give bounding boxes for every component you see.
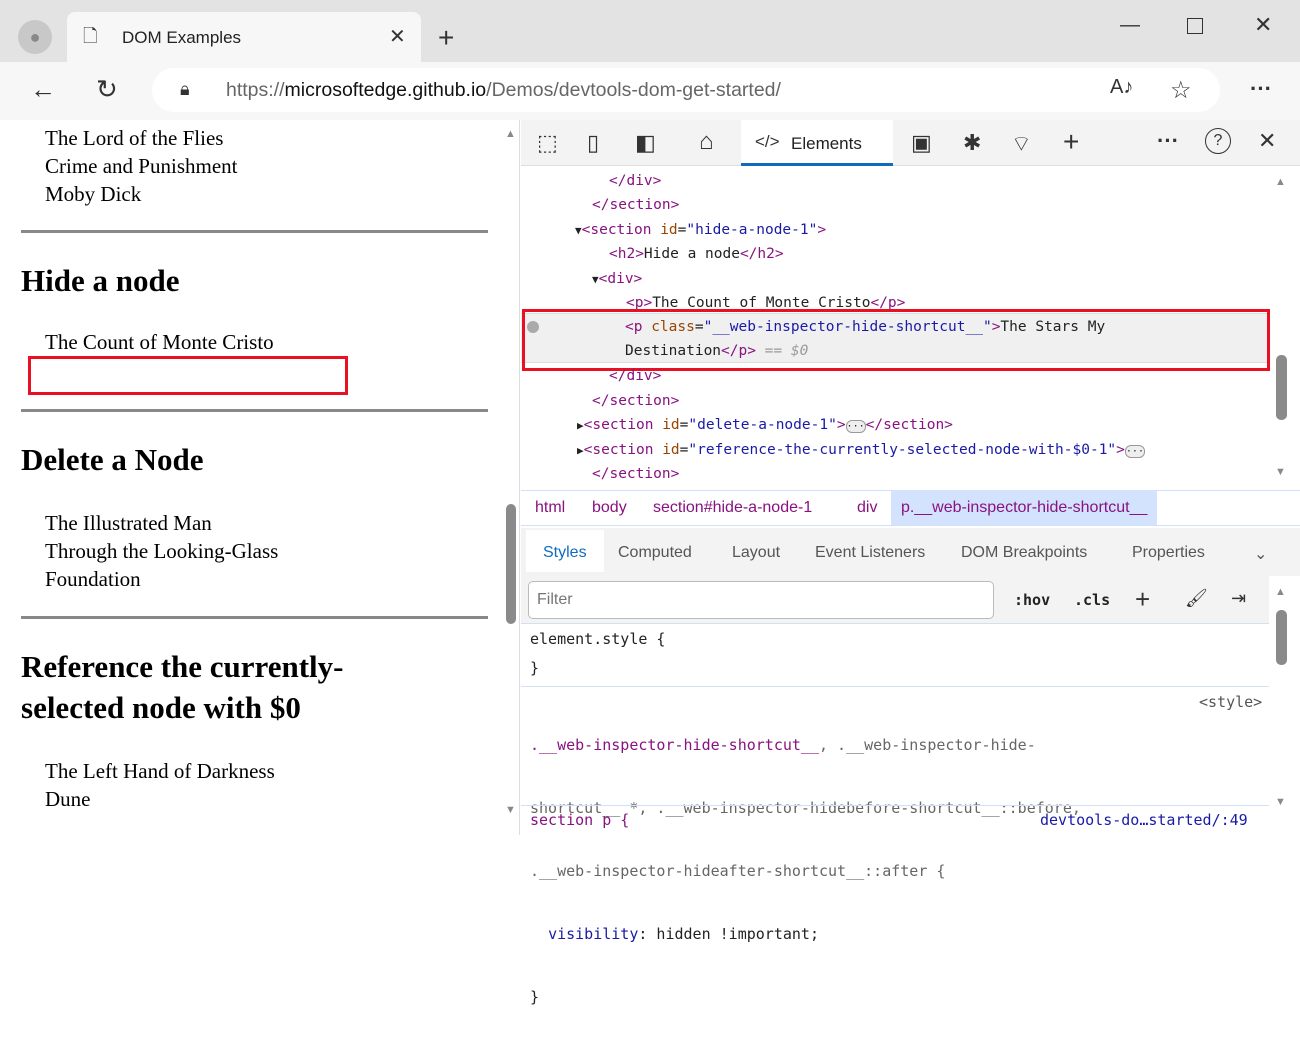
hidden-node-highlight: [28, 356, 348, 395]
book-item: Foundation: [45, 567, 141, 591]
book-item: Crime and Punishment: [45, 154, 238, 178]
tab-computed[interactable]: Computed: [618, 544, 692, 562]
book-list-reference: The Left Hand of Darkness Dune: [45, 757, 275, 813]
dom-line[interactable]: </div>: [609, 364, 661, 388]
tab-elements[interactable]: </> Elements: [741, 120, 893, 166]
browser-tab[interactable]: 🗋 DOM Examples ✕: [67, 12, 421, 64]
read-aloud-icon[interactable]: A♪: [1110, 76, 1133, 99]
dom-scroll-down-icon[interactable]: ▼: [1275, 466, 1286, 478]
book-item: Through the Looking-Glass: [45, 539, 279, 563]
styles-scrollbar[interactable]: [1276, 610, 1287, 665]
tab-properties[interactable]: Properties: [1132, 544, 1205, 562]
styles-filter-input[interactable]: [528, 581, 994, 619]
reference-heading: Reference the currently-selected node wi…: [21, 649, 344, 725]
scroll-up-icon[interactable]: ▲: [505, 128, 516, 140]
selected-node-highlight: [522, 309, 1270, 371]
book-item: Moby Dick: [45, 182, 142, 206]
network-wifi-icon[interactable]: ⌔: [1011, 130, 1032, 158]
toggle-sidebar-icon[interactable]: ⇥: [1231, 588, 1246, 609]
rule-source-link[interactable]: devtools-do…started/:49: [1040, 811, 1248, 829]
section-p-rule[interactable]: section p {: [530, 811, 629, 829]
inspect-icon[interactable]: ⬚: [537, 130, 558, 156]
styles-scroll-down-icon[interactable]: ▼: [1275, 796, 1286, 808]
book-item: The Left Hand of Darkness: [45, 759, 275, 783]
new-tab-icon[interactable]: +: [438, 22, 454, 54]
breadcrumb-html[interactable]: html: [535, 490, 565, 525]
dom-node-section-hide[interactable]: ▼<section id="hide-a-node-1">: [575, 218, 826, 243]
new-rule-plus-icon[interactable]: +: [1135, 584, 1150, 615]
minimize-icon[interactable]: —: [1120, 14, 1140, 37]
close-devtools-icon[interactable]: ✕: [1258, 128, 1276, 154]
breadcrumb-body[interactable]: body: [592, 490, 627, 525]
book-item: The Lord of the Flies: [45, 126, 224, 150]
breadcrumb-p[interactable]: p.__web-inspector-hide-shortcut__: [891, 490, 1158, 525]
page-icon: 🗋: [83, 26, 98, 46]
page-scrollbar[interactable]: [506, 504, 516, 624]
tab-title: DOM Examples: [122, 28, 242, 47]
breadcrumb-section[interactable]: section#hide-a-node-1: [653, 490, 812, 525]
hide-node-heading: Hide a node: [21, 263, 180, 298]
tab-styles[interactable]: Styles: [543, 544, 587, 562]
lock-icon[interactable]: 🔒︎: [180, 79, 190, 100]
book-list-top: The Lord of the Flies Crime and Punishme…: [45, 124, 238, 208]
book-item: Dune: [45, 787, 91, 811]
more-tabs-chevron-icon[interactable]: ⌄: [1254, 544, 1267, 564]
devtools-panel: ⬚ ▯ ◧ ⌂ </> Elements ▣ ✱ ⌔ + ··· ? ✕ </d…: [521, 120, 1300, 1006]
close-window-icon[interactable]: ✕: [1254, 12, 1272, 38]
devtools-tab-bar: ⬚ ▯ ◧ ⌂ </> Elements ▣ ✱ ⌔ + ··· ? ✕: [521, 120, 1300, 166]
book-item: The Count of Monte Cristo: [45, 330, 274, 354]
tab-dom-breakpoints[interactable]: DOM Breakpoints: [961, 544, 1087, 562]
dom-line[interactable]: </section>: [592, 193, 679, 217]
dom-line[interactable]: </div>: [609, 169, 661, 193]
close-tab-icon[interactable]: ✕: [389, 24, 406, 49]
divider: [21, 230, 488, 233]
book-item: The Illustrated Man: [45, 511, 212, 535]
delete-node-heading: Delete a Node: [21, 442, 204, 477]
url-text[interactable]: https://microsoftedge.github.io/Demos/de…: [226, 79, 781, 102]
sources-bug-icon[interactable]: ✱: [963, 130, 981, 156]
divider: [21, 409, 488, 412]
paint-brush-icon[interactable]: 🖌︎: [1185, 588, 1208, 609]
address-bar[interactable]: 🔒︎ https://microsoftedge.github.io/Demos…: [152, 68, 1220, 112]
cls-button[interactable]: .cls: [1074, 591, 1110, 609]
tab-event-listeners[interactable]: Event Listeners: [815, 544, 925, 562]
dock-sidebar-icon[interactable]: ◧: [635, 130, 656, 156]
breadcrumb-div[interactable]: div: [857, 490, 877, 525]
dom-line[interactable]: </section>: [592, 389, 679, 413]
scroll-down-icon[interactable]: ▼: [505, 804, 516, 816]
dom-scroll-up-icon[interactable]: ▲: [1275, 176, 1286, 188]
refresh-icon[interactable]: ↻: [96, 74, 118, 105]
device-emulation-icon[interactable]: ▯: [587, 130, 599, 156]
more-options-icon[interactable]: ···: [1157, 128, 1179, 154]
book-list-delete: The Illustrated Man Through the Looking-…: [45, 509, 278, 593]
console-icon[interactable]: ▣: [911, 130, 932, 156]
dom-line[interactable]: <h2>Hide a node</h2>: [609, 242, 784, 266]
hov-button[interactable]: :hov: [1014, 591, 1050, 609]
home-icon[interactable]: ⌂: [699, 128, 714, 156]
dom-node-section-delete[interactable]: ▶<section id="delete-a-node-1">···</sect…: [577, 413, 953, 439]
styles-scroll-up-icon[interactable]: ▲: [1275, 586, 1286, 598]
back-icon[interactable]: ←: [30, 74, 56, 105]
rule-source-style[interactable]: <style>: [1199, 693, 1262, 711]
divider: [21, 616, 488, 619]
help-icon[interactable]: ?: [1205, 128, 1231, 154]
more-tools-plus-icon[interactable]: +: [1063, 126, 1079, 158]
dom-scrollbar[interactable]: [1276, 355, 1287, 420]
tab-layout[interactable]: Layout: [732, 544, 780, 562]
dom-node-section-reference[interactable]: ▶<section id="reference-the-currently-se…: [577, 438, 1145, 464]
web-page: The Lord of the Flies Crime and Punishme…: [0, 120, 520, 835]
profile-avatar[interactable]: ●: [18, 20, 52, 54]
maximize-icon[interactable]: [1187, 18, 1203, 34]
dom-line[interactable]: </section>: [592, 462, 679, 486]
favorite-star-icon[interactable]: ☆: [1170, 76, 1192, 105]
element-style-rule[interactable]: element.style {}: [530, 630, 665, 677]
settings-more-icon[interactable]: ···: [1250, 76, 1272, 102]
hide-shortcut-rule[interactable]: .__web-inspector-hide-shortcut__, .__web…: [530, 693, 1081, 1050]
dom-node-div[interactable]: ▼<div>: [592, 267, 642, 292]
